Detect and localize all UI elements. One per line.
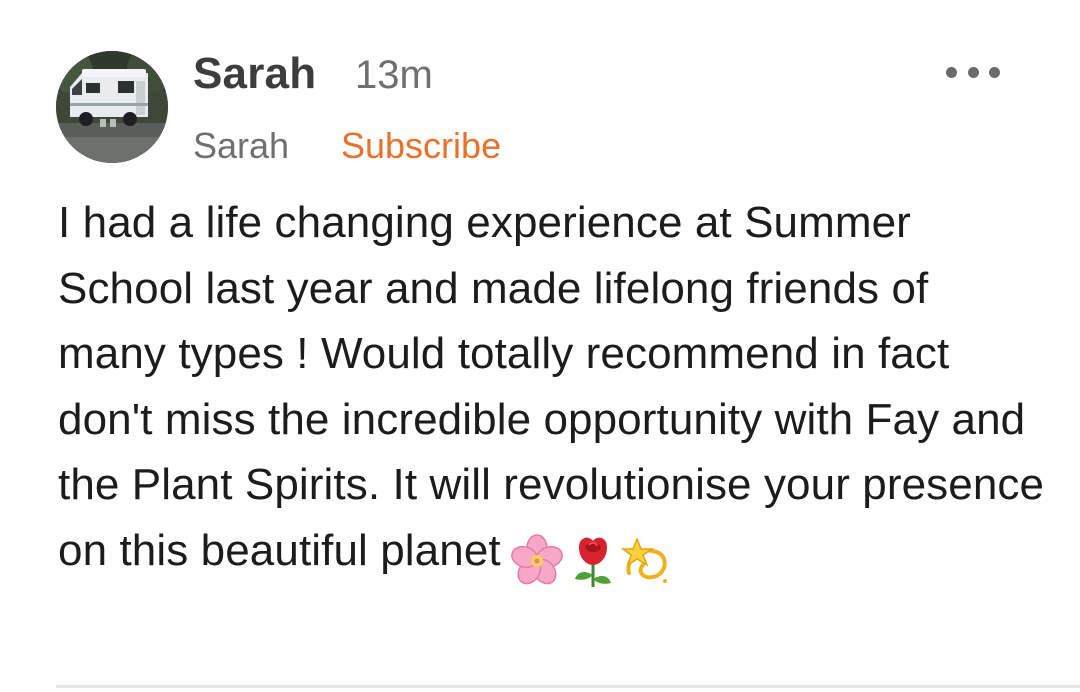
- avatar[interactable]: [56, 51, 168, 163]
- rose-icon: [574, 537, 611, 587]
- subscribe-button[interactable]: Subscribe: [341, 121, 501, 171]
- dizzy-icon: [620, 536, 667, 583]
- comment-text: I had a life changing experience at Summ…: [58, 198, 1045, 575]
- emoji-group: [509, 526, 677, 592]
- more-options-icon[interactable]: [946, 58, 1000, 86]
- publication-name[interactable]: Sarah: [193, 121, 289, 171]
- timestamp: 13m: [355, 53, 433, 97]
- comment-body: I had a life changing experience at Summ…: [58, 190, 1048, 591]
- more-dot: [989, 66, 1000, 78]
- more-dot: [967, 66, 979, 78]
- divider: [56, 685, 1080, 688]
- cherry-blossom-icon: [510, 534, 563, 585]
- comment-card: Sarah 13m Sarah Subscribe I had a life c…: [0, 0, 1080, 692]
- avatar-campervan-image: [56, 51, 168, 163]
- author-name[interactable]: Sarah: [193, 46, 316, 102]
- more-dot: [946, 66, 957, 78]
